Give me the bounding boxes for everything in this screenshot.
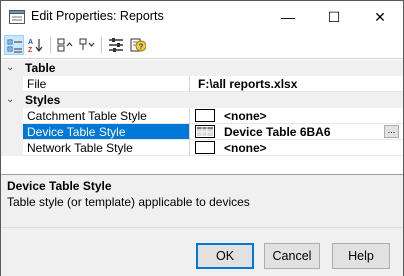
row-gutter [1,108,23,124]
description-panel: Device Table Style Table style (or templ… [1,174,403,227]
style-swatch [195,109,215,122]
expand-icon [57,38,73,52]
help-icon: ? [130,38,146,52]
category-table[interactable]: ⌄ Table [1,60,403,76]
property-row-network-table-style[interactable]: Network Table Style <none> [1,140,403,156]
toolbar: A Z ? [1,33,403,57]
expand-categories-button[interactable] [55,35,75,55]
property-value[interactable]: <none> [224,108,267,124]
property-name[interactable]: Device Table Style [23,124,189,140]
categorized-view-button[interactable] [4,35,24,55]
ok-button[interactable]: OK [196,243,254,269]
row-gutter [1,76,23,92]
maximize-button[interactable]: ☐ [311,1,357,33]
collapse-toggle-icon[interactable]: ⌄ [6,61,18,75]
property-value[interactable]: F:\all reports.xlsx [198,76,297,92]
property-row-catchment-table-style[interactable]: Catchment Table Style <none> [1,108,403,124]
property-name[interactable]: File [23,76,189,92]
browse-button[interactable]: ... [384,125,399,138]
table-style-swatch [195,125,215,138]
property-value-cell[interactable]: F:\all reports.xlsx [190,76,403,92]
help-dialog-button[interactable]: Help [332,243,390,269]
property-name[interactable]: Catchment Table Style [23,108,189,124]
category-label: Table [25,61,56,75]
close-button[interactable]: ✕ [357,1,403,33]
property-row-device-table-style[interactable]: Device Table Style Device Table 6BA6 ... [1,124,403,140]
svg-text:?: ? [139,43,144,52]
svg-text:A: A [28,39,33,46]
categorized-icon [7,39,22,53]
property-value[interactable]: <none> [224,140,267,156]
toolbar-separator [50,37,51,53]
window-title: Edit Properties: Reports [31,9,164,23]
property-value-cell[interactable]: <none> [190,108,403,124]
collapse-categories-button[interactable] [77,35,97,55]
dialog-footer: OK Cancel Help [1,227,403,276]
property-pages-button[interactable] [106,35,126,55]
app-icon [9,10,25,24]
help-button[interactable]: ? [128,35,148,55]
property-grid: ⌄ Table File F:\all reports.xlsx ⌄ Style… [1,58,403,174]
minimize-button[interactable]: — [265,1,311,33]
toolbar-separator [101,37,102,53]
description-text: Table style (or template) applicable to … [7,195,250,209]
row-gutter [1,124,23,140]
sort-az-icon: A Z [28,39,43,53]
title-bar[interactable]: Edit Properties: Reports — ☐ ✕ [1,1,403,33]
property-pages-icon [109,38,123,52]
description-title: Device Table Style [7,179,112,193]
property-name[interactable]: Network Table Style [23,140,189,156]
property-value[interactable]: Device Table 6BA6 [224,124,331,140]
collapse-icon [79,38,95,50]
collapse-toggle-icon[interactable]: ⌄ [6,93,18,107]
style-swatch [195,141,215,154]
alphabetical-sort-button[interactable]: A Z [26,35,46,55]
property-value-cell[interactable]: <none> [190,140,403,156]
category-label: Styles [25,93,61,107]
table-style-icon [197,127,213,136]
property-row-file[interactable]: File F:\all reports.xlsx [1,76,403,92]
category-styles[interactable]: ⌄ Styles [1,92,403,108]
row-gutter [1,140,23,156]
property-value-cell[interactable]: Device Table 6BA6 ... [190,124,403,140]
edit-properties-dialog: Edit Properties: Reports — ☐ ✕ A Z ? ⌄ T… [0,0,404,276]
cancel-button[interactable]: Cancel [264,243,320,269]
svg-text:Z: Z [28,47,33,53]
